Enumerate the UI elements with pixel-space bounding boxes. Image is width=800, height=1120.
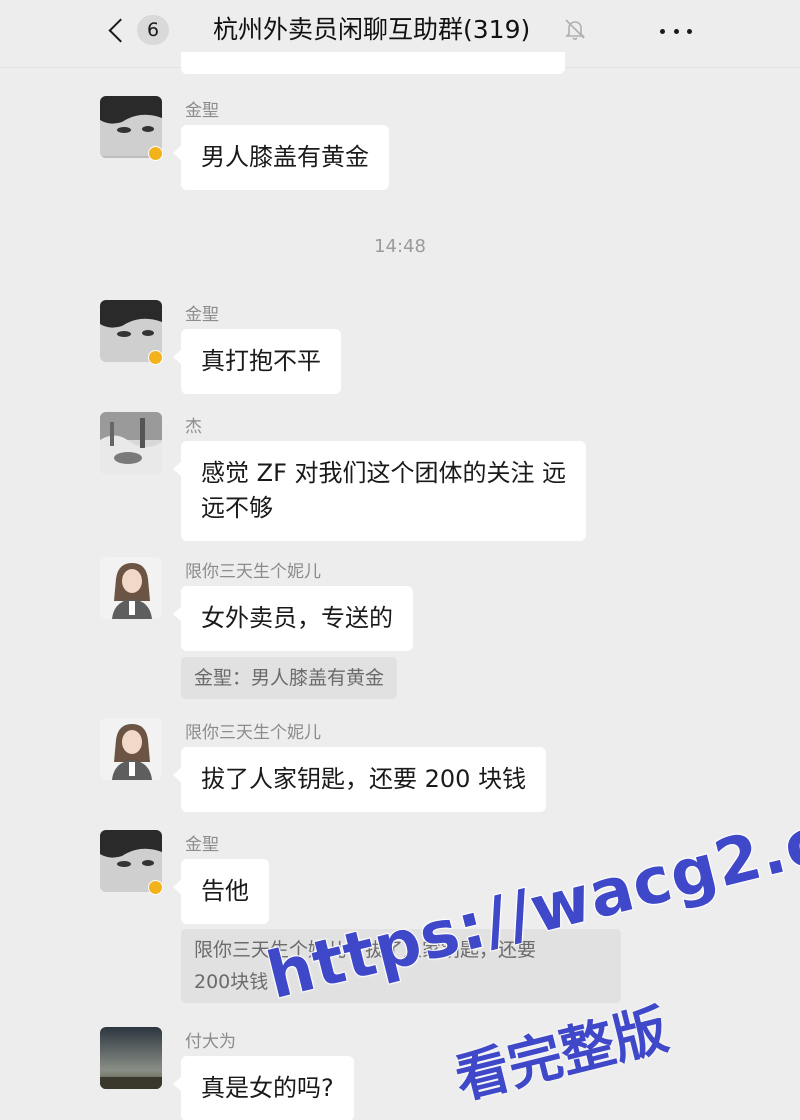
dot-icon — [673, 28, 679, 34]
message-bubble[interactable]: 真打抱不平 — [173, 329, 341, 394]
quote-text-line: 限你三天生个妮儿：拔了人家钥匙，还要 — [194, 939, 537, 961]
sender-name: 金聖 — [185, 305, 219, 325]
more-options-button[interactable] — [656, 17, 696, 45]
timestamp: 14:48 — [374, 236, 426, 257]
sender-name: 限你三天生个妮儿 — [185, 562, 321, 582]
previous-message-bubble — [181, 52, 565, 74]
verified-badge-icon — [148, 350, 163, 365]
quoted-reply[interactable]: 金聖：男人膝盖有黄金 — [181, 657, 398, 699]
verified-badge-icon — [148, 146, 163, 161]
watermark-caption: 看完整版 — [449, 997, 674, 1112]
message-bubble[interactable]: 告他 — [173, 859, 269, 924]
message-bubble[interactable]: 感觉 ZF 对我们这个团体的关注 远 远不够 — [172, 441, 587, 541]
avatar-girl[interactable] — [100, 718, 162, 780]
message-bubble[interactable]: 拔了人家钥匙，还要 200 块钱 — [172, 747, 547, 812]
message-bubble[interactable]: 男人膝盖有黄金 — [173, 125, 389, 190]
message-bubble[interactable]: 女外卖员，专送的 — [173, 586, 413, 651]
message-bubble[interactable]: 真是女的吗? — [173, 1056, 354, 1120]
avatar-girl[interactable] — [100, 557, 162, 619]
quote-text-line: 200块钱 — [194, 971, 269, 993]
avatar-jie[interactable] — [100, 412, 162, 474]
chat-title[interactable]: 杭州外卖员闲聊互助群(319) — [213, 12, 530, 48]
dot-icon — [660, 28, 665, 34]
sender-name: 杰 — [185, 417, 202, 437]
sender-name: 金聖 — [185, 835, 219, 855]
avatar-fudawei[interactable] — [100, 1027, 162, 1089]
message-text-line: 远不够 — [201, 494, 273, 522]
back-button[interactable]: 6 — [96, 10, 172, 50]
dot-icon — [687, 28, 692, 34]
chevron-left-icon — [108, 17, 133, 43]
quoted-reply[interactable]: 限你三天生个妮儿：拔了人家钥匙，还要 200块钱 — [181, 929, 621, 1003]
message-text-line: 感觉 ZF 对我们这个团体的关注 远 — [201, 459, 567, 487]
sender-name: 付大为 — [185, 1032, 236, 1052]
bell-muted-icon — [565, 19, 585, 40]
sender-name: 限你三天生个妮儿 — [185, 723, 321, 743]
verified-badge-icon — [148, 880, 163, 895]
sender-name: 金聖 — [185, 101, 219, 121]
unread-count-badge: 6 — [137, 15, 169, 45]
